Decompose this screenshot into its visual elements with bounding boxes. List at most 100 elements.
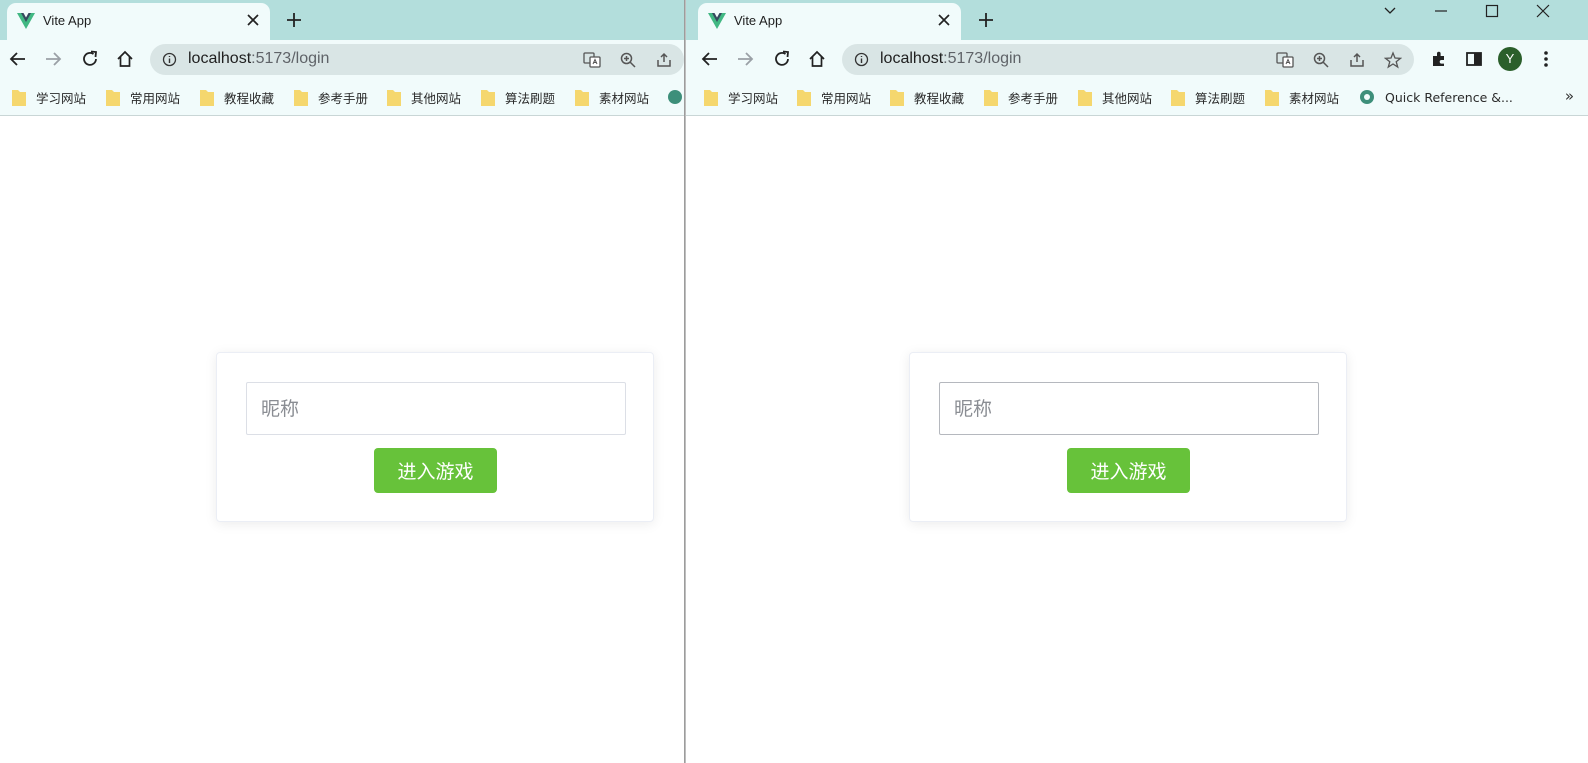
login-card: 进入游戏 (909, 352, 1347, 522)
folder-icon (1171, 90, 1185, 106)
folder-icon (106, 90, 120, 106)
folder-icon (294, 90, 308, 106)
folder-icon (200, 90, 214, 106)
folder-icon (797, 90, 811, 106)
folder-icon (704, 90, 718, 106)
bookmark-label: 常用网站 (821, 90, 872, 106)
translate-icon[interactable] (1276, 51, 1294, 69)
bookmark-label: 参考手册 (1008, 90, 1059, 106)
folder-icon (481, 90, 495, 106)
folder-icon (575, 90, 589, 106)
home-icon[interactable] (807, 49, 827, 69)
bookmark-label: 其他网站 (411, 90, 462, 106)
bookmark-label: 算法刷题 (1195, 90, 1246, 106)
bookmark-folder[interactable]: 其他网站 (1078, 87, 1152, 107)
share-icon[interactable] (1348, 51, 1366, 69)
bookmark-folder[interactable]: 算法刷题 (481, 87, 555, 107)
bookmark-label: 学习网站 (36, 90, 87, 106)
bookmark-label: 素材网站 (1289, 90, 1340, 106)
bookmark-site-icon (1360, 90, 1374, 104)
zoom-icon[interactable] (619, 51, 637, 69)
tab-strip: Vite App (0, 0, 684, 40)
url-host: localhost (188, 50, 252, 67)
folder-icon (1265, 90, 1279, 106)
bookmark-site-icon[interactable] (667, 89, 683, 105)
bookmark-folder[interactable]: 学习网站 (704, 87, 778, 107)
url-path: :5173/login (943, 50, 1022, 67)
extensions-icon[interactable] (1429, 49, 1449, 69)
bookmark-label: 算法刷题 (505, 90, 556, 106)
bookmark-folder[interactable]: 常用网站 (106, 87, 180, 107)
zoom-icon[interactable] (1312, 51, 1330, 69)
tab-title: Vite App (43, 13, 92, 28)
browser-toolbar: localhost:5173/login (0, 40, 684, 78)
bookmark-folder[interactable]: 参考手册 (984, 87, 1058, 107)
vue-logo-icon (17, 13, 35, 29)
url-host: localhost (880, 50, 944, 67)
maximize-icon[interactable] (1483, 2, 1501, 20)
bookmark-quick-reference[interactable]: Quick Reference &... (1359, 87, 1513, 107)
tab-title: Vite App (734, 13, 783, 28)
bookmark-label: 参考手册 (318, 90, 369, 106)
bookmark-label: 教程收藏 (224, 90, 275, 106)
folder-icon (387, 90, 401, 106)
star-icon[interactable] (1384, 51, 1402, 69)
bookmark-folder[interactable]: 素材网站 (575, 87, 649, 107)
back-arrow-icon[interactable] (8, 49, 28, 69)
bookmark-label: Quick Reference &... (1385, 89, 1513, 105)
folder-icon (890, 90, 904, 106)
vue-logo-icon (708, 13, 726, 29)
browser-toolbar: localhost:5173/login Y (686, 40, 1588, 78)
enter-game-button[interactable]: 进入游戏 (1067, 448, 1190, 493)
forward-arrow-icon[interactable] (735, 49, 755, 69)
side-panel-icon[interactable] (1464, 49, 1484, 69)
nickname-input[interactable] (939, 382, 1319, 435)
bookmarks-overflow[interactable]: » (1565, 87, 1574, 105)
close-icon[interactable] (935, 11, 953, 29)
page-content: 进入游戏 (0, 117, 684, 763)
reload-icon[interactable] (772, 49, 792, 69)
info-icon[interactable] (162, 52, 177, 67)
url-text[interactable]: localhost:5173/login (880, 50, 1021, 68)
info-icon[interactable] (854, 52, 869, 67)
bookmarks-bar: 学习网站 常用网站 教程收藏 参考手册 其他网站 算法刷题 素材网站 (0, 78, 684, 116)
plus-icon[interactable] (285, 11, 303, 29)
enter-game-button[interactable]: 进入游戏 (374, 448, 497, 493)
share-icon[interactable] (655, 51, 673, 69)
folder-icon (984, 90, 998, 106)
nickname-input[interactable] (246, 382, 626, 435)
home-icon[interactable] (115, 49, 135, 69)
tab-vite-app[interactable]: Vite App (698, 3, 961, 40)
url-text[interactable]: localhost:5173/login (188, 50, 329, 68)
omnibox[interactable]: localhost:5173/login (842, 44, 1414, 75)
back-arrow-icon[interactable] (700, 49, 720, 69)
bookmark-label: 常用网站 (130, 90, 181, 106)
folder-icon (1078, 90, 1092, 106)
bookmark-folder[interactable]: 素材网站 (1265, 87, 1339, 107)
login-card: 进入游戏 (216, 352, 654, 522)
bookmark-folder[interactable]: 常用网站 (797, 87, 871, 107)
bookmark-folder[interactable]: 教程收藏 (200, 87, 274, 107)
chevron-down-icon[interactable] (1381, 2, 1399, 20)
close-icon[interactable] (244, 11, 262, 29)
kebab-menu-icon[interactable] (1536, 49, 1556, 69)
bookmark-label: 素材网站 (599, 90, 650, 106)
folder-icon (12, 90, 26, 106)
omnibox[interactable]: localhost:5173/login (150, 44, 684, 75)
bookmark-folder[interactable]: 学习网站 (12, 87, 86, 107)
url-path: :5173/login (251, 50, 330, 67)
forward-arrow-icon[interactable] (43, 49, 63, 69)
close-icon[interactable] (1534, 2, 1552, 20)
page-content: 进入游戏 (686, 117, 1588, 763)
bookmark-folder[interactable]: 其他网站 (387, 87, 461, 107)
bookmark-folder[interactable]: 算法刷题 (1171, 87, 1245, 107)
plus-icon[interactable] (977, 11, 995, 29)
profile-avatar[interactable]: Y (1498, 47, 1522, 71)
bookmark-folder[interactable]: 教程收藏 (890, 87, 964, 107)
minimize-icon[interactable] (1432, 2, 1450, 20)
tab-vite-app[interactable]: Vite App (7, 3, 270, 40)
translate-icon[interactable] (583, 51, 601, 69)
bookmark-label: 学习网站 (728, 90, 779, 106)
reload-icon[interactable] (80, 49, 100, 69)
bookmark-folder[interactable]: 参考手册 (294, 87, 368, 107)
